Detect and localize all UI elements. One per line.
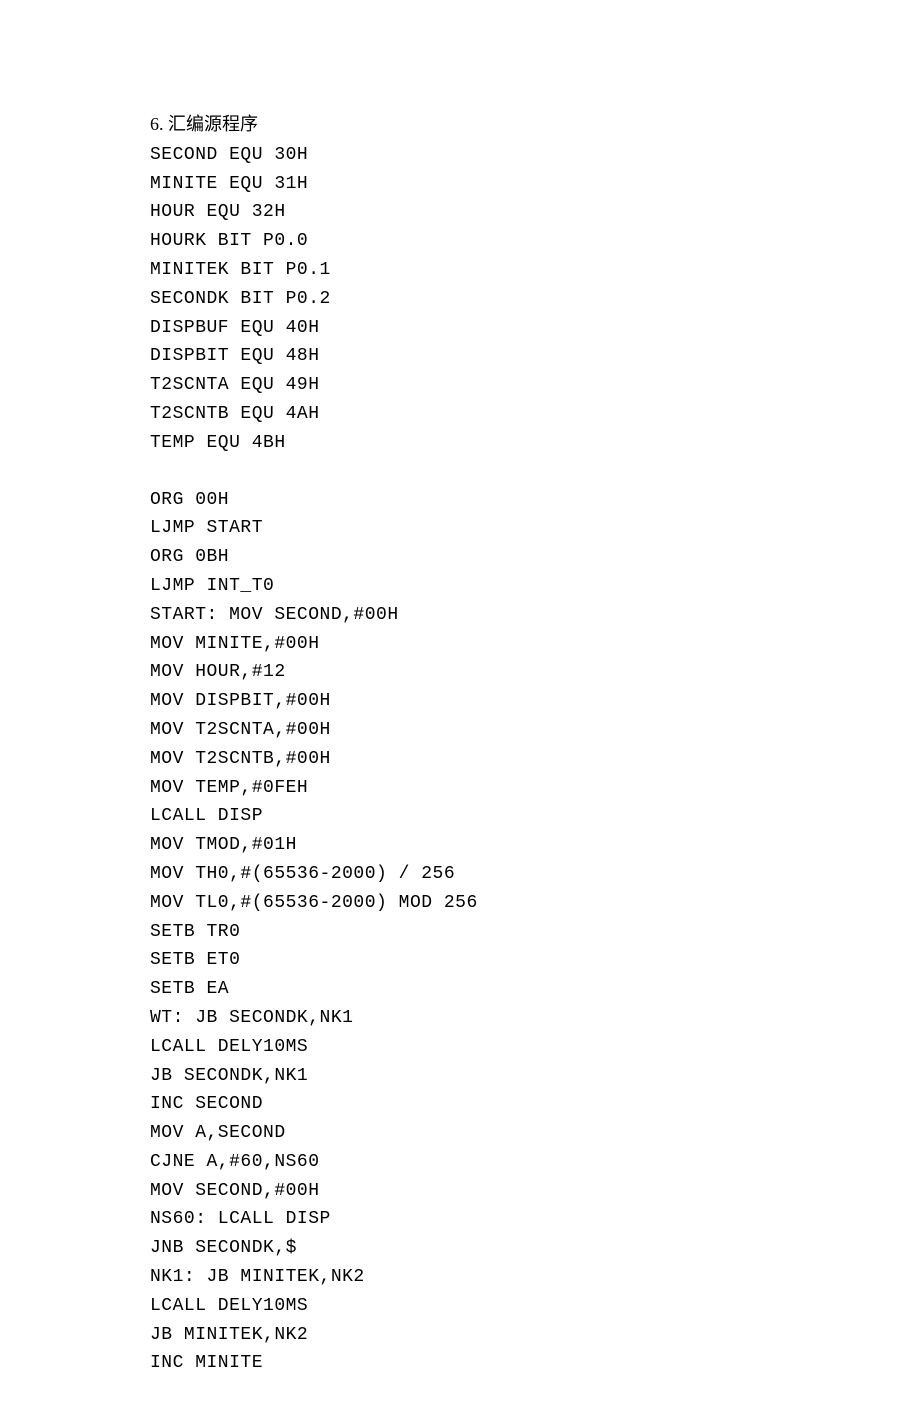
code-line: JB MINITEK,NK2 [150, 1321, 770, 1350]
code-line: MOV T2SCNTB,#00H [150, 745, 770, 774]
code-line: INC MINITE [150, 1349, 770, 1378]
code-line: MOV T2SCNTA,#00H [150, 716, 770, 745]
code-line: T2SCNTB EQU 4AH [150, 400, 770, 429]
code-line: MINITEK BIT P0.1 [150, 256, 770, 285]
code-line: MOV A,SECOND [150, 1119, 770, 1148]
section-heading: 6. 汇编源程序 [150, 110, 770, 139]
code-line: HOUR EQU 32H [150, 198, 770, 227]
code-line: NS60: LCALL DISP [150, 1205, 770, 1234]
code-line: SETB EA [150, 975, 770, 1004]
code-line: ORG 00H [150, 486, 770, 515]
code-line: JNB SECONDK,$ [150, 1234, 770, 1263]
code-line: DISPBIT EQU 48H [150, 342, 770, 371]
code-line: HOURK BIT P0.0 [150, 227, 770, 256]
code-line: SECOND EQU 30H [150, 141, 770, 170]
code-line: MOV SECOND,#00H [150, 1177, 770, 1206]
code-line: MINITE EQU 31H [150, 170, 770, 199]
code-line: LJMP START [150, 514, 770, 543]
code-line: LJMP INT_T0 [150, 572, 770, 601]
code-line: DISPBUF EQU 40H [150, 314, 770, 343]
code-line: SETB TR0 [150, 918, 770, 947]
code-line: NK1: JB MINITEK,NK2 [150, 1263, 770, 1292]
code-line: MOV TL0,#(65536-2000) MOD 256 [150, 889, 770, 918]
code-block: SECOND EQU 30HMINITE EQU 31HHOUR EQU 32H… [150, 141, 770, 1378]
code-line: SECONDK BIT P0.2 [150, 285, 770, 314]
code-line: START: MOV SECOND,#00H [150, 601, 770, 630]
code-line: INC SECOND [150, 1090, 770, 1119]
blank-line [150, 458, 770, 486]
code-line: ORG 0BH [150, 543, 770, 572]
code-line: LCALL DELY10MS [150, 1033, 770, 1062]
code-line: TEMP EQU 4BH [150, 429, 770, 458]
code-line: SETB ET0 [150, 946, 770, 975]
code-line: WT: JB SECONDK,NK1 [150, 1004, 770, 1033]
code-line: CJNE A,#60,NS60 [150, 1148, 770, 1177]
code-line: MOV TEMP,#0FEH [150, 774, 770, 803]
code-line: MOV TH0,#(65536-2000) / 256 [150, 860, 770, 889]
code-line: MOV DISPBIT,#00H [150, 687, 770, 716]
code-line: MOV MINITE,#00H [150, 630, 770, 659]
code-line: MOV HOUR,#12 [150, 658, 770, 687]
code-line: JB SECONDK,NK1 [150, 1062, 770, 1091]
code-line: LCALL DISP [150, 802, 770, 831]
code-line: MOV TMOD,#01H [150, 831, 770, 860]
code-line: T2SCNTA EQU 49H [150, 371, 770, 400]
code-line: LCALL DELY10MS [150, 1292, 770, 1321]
